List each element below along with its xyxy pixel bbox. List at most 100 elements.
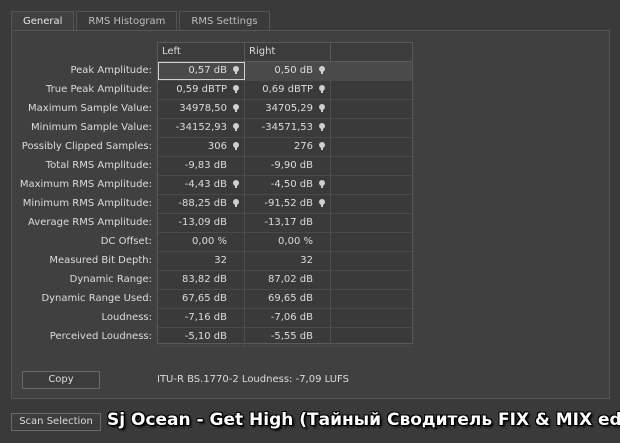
value-cell-right[interactable]: 0,69 dBTP (245, 81, 331, 99)
copy-button[interactable]: Copy (22, 371, 100, 389)
value-text: -9,90 dB (270, 160, 313, 171)
table-row[interactable]: 32 32 (158, 252, 412, 271)
statistic-label: Minimum RMS Amplitude: (22, 198, 152, 209)
locate-marker-icon[interactable] (319, 104, 325, 112)
value-cell-left[interactable]: -34152,93 (158, 119, 245, 137)
table-row[interactable]: 34978,50 34705,29 (158, 100, 412, 119)
value-text: -9,83 dB (184, 160, 227, 171)
tab-general[interactable]: General (11, 11, 75, 32)
value-text: 0,00 % (278, 236, 313, 247)
locate-marker-icon[interactable] (233, 199, 239, 207)
locate-marker-icon[interactable] (233, 66, 239, 74)
value-cell-left[interactable]: 32 (158, 252, 245, 270)
value-text: -5,55 dB (270, 331, 313, 342)
value-cell-right[interactable]: -4,50 dB (245, 176, 331, 194)
value-cell-left[interactable]: -13,09 dB (158, 214, 245, 232)
value-cell-left[interactable]: 83,82 dB (158, 271, 245, 289)
value-cell-right[interactable]: -9,90 dB (245, 157, 331, 175)
overlay-track-title: Sj Ocean - Get High (Тайный Сводитель FI… (107, 410, 620, 430)
value-cell-left[interactable]: -88,25 dB (158, 195, 245, 213)
value-cell-right[interactable]: 0,50 dB (245, 62, 331, 80)
locate-marker-icon[interactable] (319, 142, 325, 150)
table-row[interactable]: 67,65 dB 69,65 dB (158, 290, 412, 309)
statistic-label: Total RMS Amplitude: (45, 160, 152, 171)
value-cell-right[interactable]: 34705,29 (245, 100, 331, 118)
table-row[interactable]: -34152,93 -34571,53 (158, 119, 412, 138)
value-text: 34978,50 (179, 103, 227, 114)
value-cell-left[interactable]: 0,00 % (158, 233, 245, 251)
table-row[interactable]: 306 276 (158, 138, 412, 157)
value-text: 0,57 dB (188, 65, 227, 76)
value-text: 0,50 dB (274, 65, 313, 76)
statistics-labels: Peak Amplitude: True Peak Amplitude: Maxim… (11, 61, 152, 346)
table-row[interactable]: -9,83 dB -9,90 dB (158, 157, 412, 176)
tab-rms-settings[interactable]: RMS Settings (179, 11, 270, 30)
scan-selection-button[interactable]: Scan Selection (11, 413, 101, 431)
value-text: -13,09 dB (178, 217, 227, 228)
itu-loudness-readout: ITU-R BS.1770-2 Loudness: -7,09 LUFS (157, 374, 349, 385)
column-header-right[interactable]: Right (245, 43, 331, 61)
table-row[interactable]: 0,00 % 0,00 % (158, 233, 412, 252)
value-cell-right[interactable]: -34571,53 (245, 119, 331, 137)
value-cell-right[interactable]: -5,55 dB (245, 328, 331, 346)
value-cell-right[interactable]: 32 (245, 252, 331, 270)
value-cell-left[interactable]: -4,43 dB (158, 176, 245, 194)
value-cell-right[interactable]: -13,17 dB (245, 214, 331, 232)
value-text: -7,06 dB (270, 312, 313, 323)
table-row[interactable]: -7,16 dB -7,06 dB (158, 309, 412, 328)
locate-marker-icon[interactable] (319, 123, 325, 131)
statistic-label: Loudness: (101, 312, 152, 323)
table-row[interactable]: 83,82 dB 87,02 dB (158, 271, 412, 290)
value-text: -34152,93 (175, 122, 227, 133)
statistic-label: Minimum Sample Value: (30, 122, 152, 133)
value-text: 32 (214, 255, 227, 266)
table-row[interactable]: -5,10 dB -5,55 dB (158, 328, 412, 347)
value-cell-right[interactable]: -7,06 dB (245, 309, 331, 327)
value-text: 87,02 dB (267, 274, 313, 285)
value-cell-right[interactable]: 276 (245, 138, 331, 156)
table-row[interactable]: 0,57 dB 0,50 dB (158, 62, 412, 81)
statistic-label: Peak Amplitude: (70, 65, 152, 76)
locate-marker-icon[interactable] (319, 180, 325, 188)
statistic-label: Dynamic Range: (69, 274, 152, 285)
value-text: 83,82 dB (181, 274, 227, 285)
value-cell-left[interactable]: -7,16 dB (158, 309, 245, 327)
column-header-left[interactable]: Left (158, 43, 245, 61)
locate-marker-icon[interactable] (319, 199, 325, 207)
value-text: 0,00 % (192, 236, 227, 247)
tab-bar: General RMS Histogram RMS Settings (11, 11, 272, 32)
value-cell-right[interactable]: -91,52 dB (245, 195, 331, 213)
locate-marker-icon[interactable] (233, 180, 239, 188)
grid-header: Left Right (158, 43, 412, 62)
statistic-label: Measured Bit Depth: (49, 255, 152, 266)
value-cell-left[interactable]: 67,65 dB (158, 290, 245, 308)
locate-marker-icon[interactable] (319, 66, 325, 74)
statistic-label: Possibly Clipped Samples: (21, 141, 152, 152)
statistic-label: True Peak Amplitude: (46, 84, 152, 95)
locate-marker-icon[interactable] (233, 123, 239, 131)
value-text: 69,65 dB (267, 293, 313, 304)
table-row[interactable]: -4,43 dB -4,50 dB (158, 176, 412, 195)
value-cell-left[interactable]: -9,83 dB (158, 157, 245, 175)
value-cell-left[interactable]: -5,10 dB (158, 328, 245, 346)
value-text: -4,50 dB (270, 179, 313, 190)
table-row[interactable]: -88,25 dB -91,52 dB (158, 195, 412, 214)
value-text: -7,16 dB (184, 312, 227, 323)
statistic-label: Average RMS Amplitude: (28, 217, 152, 228)
value-cell-left[interactable]: 306 (158, 138, 245, 156)
value-cell-right[interactable]: 69,65 dB (245, 290, 331, 308)
value-cell-left[interactable]: 0,57 dB (158, 62, 245, 80)
tab-rms-histogram[interactable]: RMS Histogram (76, 11, 178, 30)
value-text: -5,10 dB (184, 331, 227, 342)
value-cell-left[interactable]: 0,59 dBTP (158, 81, 245, 99)
locate-marker-icon[interactable] (233, 104, 239, 112)
value-cell-left[interactable]: 34978,50 (158, 100, 245, 118)
value-cell-right[interactable]: 87,02 dB (245, 271, 331, 289)
value-text: 67,65 dB (181, 293, 227, 304)
locate-marker-icon[interactable] (233, 85, 239, 93)
table-row[interactable]: 0,59 dBTP 0,69 dBTP (158, 81, 412, 100)
value-cell-right[interactable]: 0,00 % (245, 233, 331, 251)
locate-marker-icon[interactable] (233, 142, 239, 150)
table-row[interactable]: -13,09 dB -13,17 dB (158, 214, 412, 233)
locate-marker-icon[interactable] (319, 85, 325, 93)
